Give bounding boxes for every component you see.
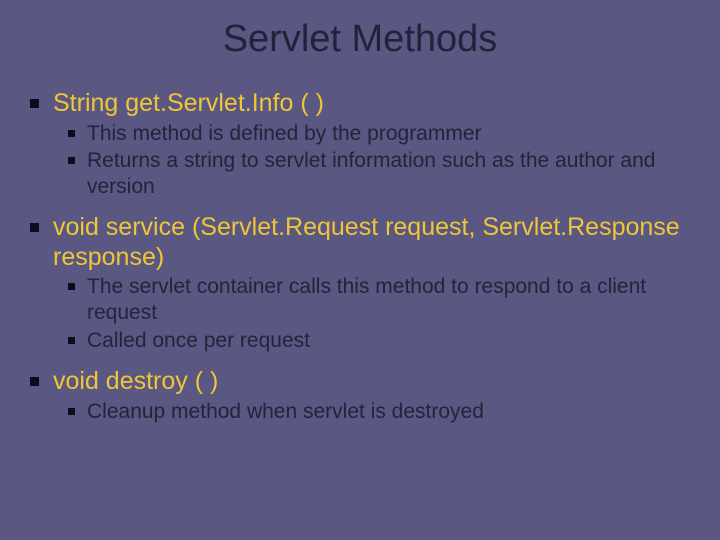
list-item: String get.Servlet.Info ( ) bbox=[30, 89, 690, 119]
list-item-label: void destroy ( ) bbox=[53, 367, 218, 397]
sub-list-item: Cleanup method when servlet is destroyed bbox=[68, 399, 690, 425]
sub-list: This method is defined by the programmer… bbox=[68, 121, 690, 200]
sub-list-item: Called once per request bbox=[68, 328, 690, 354]
square-bullet-icon bbox=[68, 283, 75, 290]
slide-title: Servlet Methods bbox=[30, 18, 690, 61]
sub-list: Cleanup method when servlet is destroyed bbox=[68, 399, 690, 425]
square-bullet-icon bbox=[30, 377, 39, 386]
square-bullet-icon bbox=[68, 337, 75, 344]
sub-list-item: This method is defined by the programmer bbox=[68, 121, 690, 147]
sub-list-item: The servlet container calls this method … bbox=[68, 274, 690, 325]
square-bullet-icon bbox=[68, 157, 75, 164]
list-item: void destroy ( ) bbox=[30, 367, 690, 397]
sub-list-item: Returns a string to servlet information … bbox=[68, 148, 690, 199]
sub-list-item-label: Returns a string to servlet information … bbox=[87, 148, 690, 199]
square-bullet-icon bbox=[68, 408, 75, 415]
sub-list-item-label: Cleanup method when servlet is destroyed bbox=[87, 399, 484, 425]
sub-list-item-label: This method is defined by the programmer bbox=[87, 121, 482, 147]
square-bullet-icon bbox=[30, 223, 39, 232]
bullet-list: String get.Servlet.Info ( ) This method … bbox=[30, 89, 690, 424]
list-item-label: String get.Servlet.Info ( ) bbox=[53, 89, 324, 119]
list-item-label: void service (Servlet.Request request, S… bbox=[53, 213, 690, 272]
square-bullet-icon bbox=[30, 99, 39, 108]
sub-list-item-label: The servlet container calls this method … bbox=[87, 274, 690, 325]
sub-list: The servlet container calls this method … bbox=[68, 274, 690, 353]
square-bullet-icon bbox=[68, 130, 75, 137]
sub-list-item-label: Called once per request bbox=[87, 328, 310, 354]
list-item: void service (Servlet.Request request, S… bbox=[30, 213, 690, 272]
